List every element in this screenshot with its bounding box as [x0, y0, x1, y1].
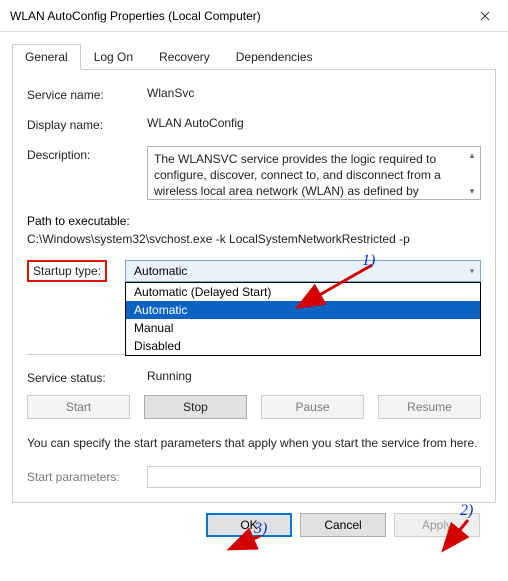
- description-box: The WLANSVC service provides the logic r…: [147, 146, 481, 200]
- dropdown-item-delayed[interactable]: Automatic (Delayed Start): [126, 283, 480, 301]
- startup-type-combo[interactable]: Automatic ▾ Automatic (Delayed Start) Au…: [125, 260, 481, 282]
- tab-bar: General Log On Recovery Dependencies: [12, 44, 496, 70]
- window-title: WLAN AutoConfig Properties (Local Comput…: [10, 9, 462, 23]
- tab-general[interactable]: General: [12, 44, 81, 70]
- start-button: Start: [27, 395, 130, 419]
- startup-dropdown: Automatic (Delayed Start) Automatic Manu…: [125, 282, 481, 356]
- tab-log-on[interactable]: Log On: [81, 44, 146, 69]
- titlebar: WLAN AutoConfig Properties (Local Comput…: [0, 0, 508, 32]
- startup-type-display[interactable]: Automatic ▾: [125, 260, 481, 282]
- tab-recovery[interactable]: Recovery: [146, 44, 223, 69]
- pause-button: Pause: [261, 395, 364, 419]
- description-label: Description:: [27, 146, 147, 162]
- help-text: You can specify the start parameters tha…: [27, 435, 481, 452]
- service-name-label: Service name:: [27, 86, 147, 102]
- start-params-input: [147, 466, 481, 488]
- start-params-label: Start parameters:: [27, 470, 147, 484]
- service-status-label: Service status:: [27, 369, 147, 385]
- close-button[interactable]: [462, 0, 508, 32]
- startup-type-label: Startup type:: [27, 260, 107, 282]
- desc-scroll-up-icon[interactable]: ▴: [466, 149, 478, 161]
- close-icon: [480, 11, 490, 21]
- dropdown-item-automatic[interactable]: Automatic: [126, 301, 480, 319]
- apply-button[interactable]: Apply: [394, 513, 480, 537]
- service-status-value: Running: [147, 369, 481, 385]
- display-name-label: Display name:: [27, 116, 147, 132]
- dropdown-item-manual[interactable]: Manual: [126, 319, 480, 337]
- path-label: Path to executable:: [27, 214, 481, 228]
- description-text: The WLANSVC service provides the logic r…: [154, 152, 441, 198]
- stop-button[interactable]: Stop: [144, 395, 247, 419]
- tab-panel-general: Service name: WlanSvc Display name: WLAN…: [12, 70, 496, 503]
- cancel-button[interactable]: Cancel: [300, 513, 386, 537]
- startup-selected-text: Automatic: [134, 264, 187, 278]
- service-name-value: WlanSvc: [147, 86, 481, 100]
- chevron-down-icon: ▾: [470, 267, 474, 276]
- path-value: C:\Windows\system32\svchost.exe -k Local…: [27, 232, 481, 246]
- dropdown-item-disabled[interactable]: Disabled: [126, 337, 480, 355]
- resume-button: Resume: [378, 395, 481, 419]
- display-name-value: WLAN AutoConfig: [147, 116, 481, 130]
- tab-dependencies[interactable]: Dependencies: [223, 44, 326, 69]
- desc-scroll-down-icon[interactable]: ▾: [466, 185, 478, 197]
- ok-button[interactable]: OK: [206, 513, 292, 537]
